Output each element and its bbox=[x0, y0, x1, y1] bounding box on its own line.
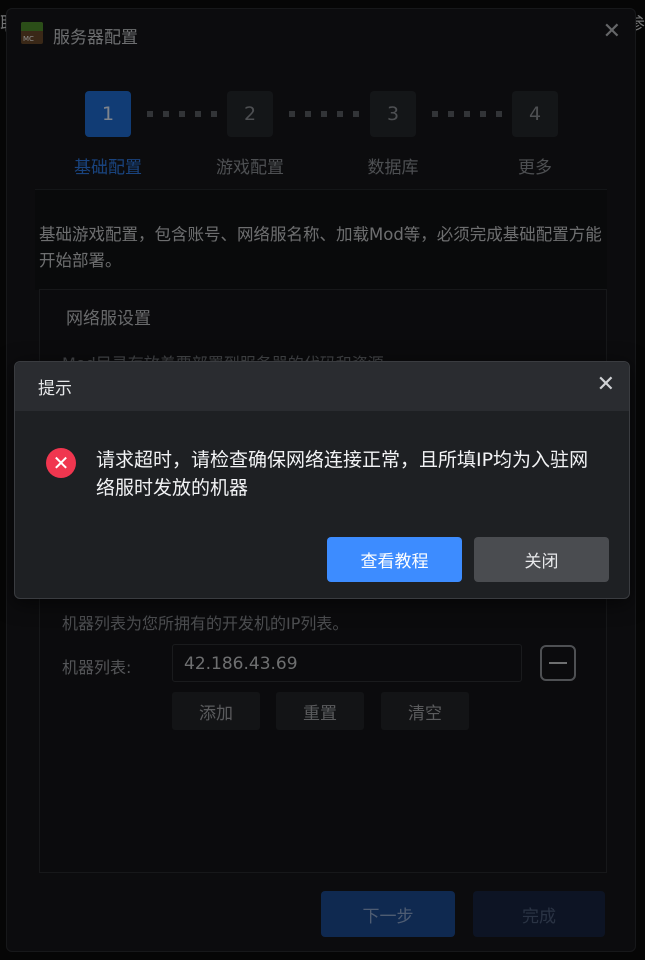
dialog-close-button[interactable]: 关闭 bbox=[474, 537, 609, 582]
dialog-header: 提示 ✕ bbox=[15, 362, 629, 411]
error-dialog: 提示 ✕ ✕ 请求超时，请检查确保网络连接正常，且所填IP均为入驻网络服时发放的… bbox=[14, 361, 630, 599]
dialog-message: 请求超时，请检查确保网络连接正常，且所填IP均为入驻网络服时发放的机器 bbox=[96, 449, 589, 499]
dialog-close-icon[interactable]: ✕ bbox=[597, 372, 615, 397]
view-tutorial-button[interactable]: 查看教程 bbox=[327, 537, 462, 582]
error-icon: ✕ bbox=[46, 448, 76, 478]
dialog-title: 提示 bbox=[38, 379, 72, 399]
